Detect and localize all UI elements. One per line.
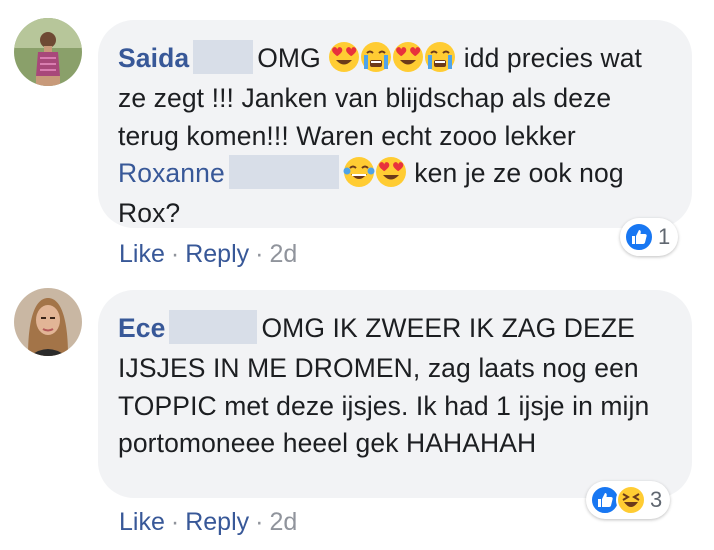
redacted-surname [169,310,258,344]
comment-actions: Like · Reply · 2d [119,508,297,537]
reaction-count: 3 [650,487,663,512]
like-link[interactable]: Like [119,240,165,268]
crying-emoji [424,41,457,73]
like-link[interactable]: Like [119,508,165,536]
reaction-summary[interactable]: 1 [620,218,679,256]
avatar[interactable] [14,288,82,356]
redacted-surname [228,155,339,189]
reply-link[interactable]: Reply [185,240,249,268]
comment-text: OMG [257,43,321,73]
haha-icon [616,485,646,515]
reply-link[interactable]: Reply [185,508,249,536]
heart-eyes-emoji [328,41,360,73]
mention-link[interactable]: Roxanne [118,158,225,188]
comment-bubble: Ece OMG IK ZWEER IK ZAG DEZE IJSJES IN ME… [98,290,692,498]
separator: · [255,508,264,536]
comment-author[interactable]: Saida [118,43,189,73]
separator: · [255,240,264,268]
comment-bubble: Saida OMG idd precies wat ze zegt !!! Jan… [98,20,692,228]
comment-author[interactable]: Ece [118,313,165,343]
separator: · [170,240,180,268]
separator: · [170,508,180,536]
comment-actions: Like · Reply · 2d [119,240,297,269]
heart-eyes-emoji [375,156,407,188]
profile-photo-icon [14,288,82,356]
heart-eyes-emoji [392,41,424,73]
reaction-count: 1 [658,224,671,249]
timestamp[interactable]: 2d [269,240,297,268]
avatar[interactable] [14,18,82,86]
profile-photo-icon [14,18,82,86]
timestamp[interactable]: 2d [269,508,297,536]
reaction-summary[interactable]: 3 [586,481,671,519]
crying-emoji [360,41,393,73]
tears-of-joy-emoji [342,156,375,188]
like-icon [624,222,654,252]
redacted-surname [193,40,254,74]
